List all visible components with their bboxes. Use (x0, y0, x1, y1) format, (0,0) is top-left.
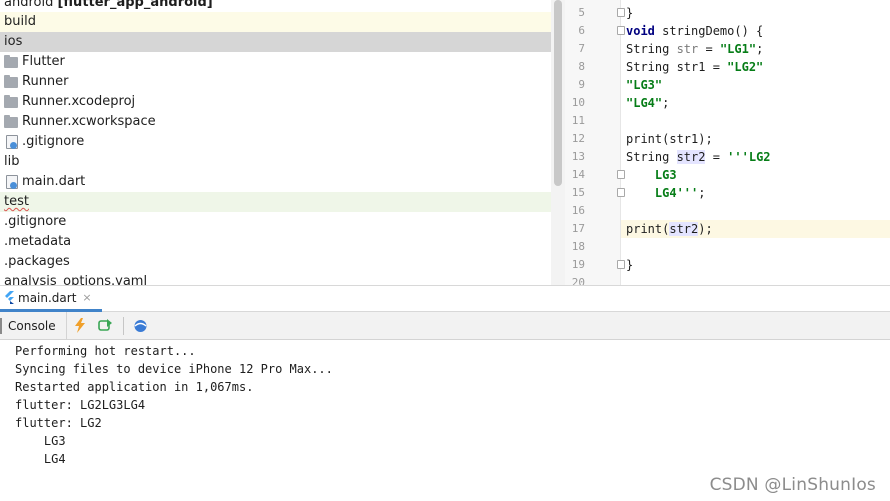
close-icon[interactable]: × (82, 291, 91, 304)
flutter-icon (5, 291, 14, 304)
code-line: LG4'''; (626, 186, 706, 200)
tree-row-runner-xcworkspace[interactable]: Runner.xcworkspace (0, 112, 551, 132)
line-number: 17 (571, 222, 585, 235)
lightning-icon (74, 318, 85, 333)
tree-row-build[interactable]: build (0, 12, 551, 32)
line-number: 12 (571, 132, 585, 145)
watermark: CSDN @LinShunIos (709, 475, 876, 495)
tree-label: .packages (4, 254, 70, 269)
folder-icon (4, 114, 18, 128)
tree-label: .gitignore (4, 214, 67, 229)
line-number: 19 (571, 258, 585, 271)
tree-label: main.dart (22, 174, 86, 189)
tree-label: Flutter (22, 54, 65, 69)
line-number: 7 (578, 42, 585, 55)
line-number: 11 (571, 114, 585, 127)
code-line: LG3 (626, 168, 677, 182)
folder-icon (4, 94, 18, 108)
tree-label: build (4, 14, 36, 29)
tree-row-runner-xcodeproj[interactable]: Runner.xcodeproj (0, 92, 551, 112)
tab-label: main.dart (18, 290, 77, 305)
tab-console[interactable]: Console (0, 311, 67, 340)
restart-icon (97, 318, 112, 331)
editor-tab-strip: main.dart × (0, 285, 890, 312)
tree-label: Runner (22, 74, 69, 89)
line-number: 13 (571, 150, 585, 163)
tree-row-analysis-options[interactable]: analysis_options.yaml (0, 272, 551, 285)
tree-label: .metadata (4, 234, 72, 249)
console-line: Performing hot restart... (15, 344, 196, 358)
tree-row-ios-gitignore[interactable]: .gitignore (0, 132, 551, 152)
tree-label: ios (4, 34, 23, 49)
tree-row-flutter[interactable]: Flutter (0, 52, 551, 72)
line-number: 6 (578, 24, 585, 37)
code-line: String str2 = '''LG2 (626, 150, 771, 164)
tree-label: Runner.xcodeproj (22, 94, 136, 109)
console-line: flutter: LG2LG3LG4 (15, 398, 146, 412)
run-toolbar: Console (0, 311, 890, 340)
line-number: 16 (571, 204, 585, 217)
tree-row-metadata[interactable]: .metadata (0, 232, 551, 252)
tree-row-runner[interactable]: Runner (0, 72, 551, 92)
toolbar-separator (122, 316, 124, 335)
tree-module-suffix: [flutter_app_android] (57, 0, 213, 10)
code-line: } (626, 6, 634, 20)
line-number: 9 (578, 78, 585, 91)
tree-label: Runner.xcworkspace (22, 114, 156, 129)
line-number: 14 (571, 168, 585, 181)
code-editor[interactable]: 5 } 6 void stringDemo() { 7 String str =… (565, 0, 890, 285)
tree-row-lib[interactable]: lib (0, 152, 551, 172)
tree-label: lib (4, 154, 20, 169)
folder-icon (4, 54, 18, 68)
code-line: print(str1); (626, 132, 713, 146)
console-line: Restarted application in 1,067ms. (15, 380, 254, 394)
hot-restart-button[interactable] (93, 312, 119, 340)
tree-row-test[interactable]: test (0, 192, 551, 212)
project-tree: android [flutter_app_android] build ios … (0, 0, 551, 285)
folder-icon (4, 74, 18, 88)
tree-label: .gitignore (22, 134, 85, 149)
devtools-icon (134, 319, 147, 332)
console-line: Syncing files to device iPhone 12 Pro Ma… (15, 362, 333, 376)
hot-reload-button[interactable] (67, 312, 93, 340)
code-line: "LG4"; (626, 96, 670, 110)
tree-scrollbar-thumb[interactable] (554, 0, 562, 186)
line-number: 5 (578, 6, 585, 19)
tree-row-packages[interactable]: .packages (0, 252, 551, 272)
tree-scrollbar[interactable] (551, 0, 565, 285)
line-number: 10 (571, 96, 585, 109)
console-line: flutter: LG2 (15, 416, 102, 430)
code-line: String str = "LG1"; (626, 42, 764, 56)
tree-row-gitignore[interactable]: .gitignore (0, 212, 551, 232)
code-line: "LG3" (626, 78, 663, 92)
console-line: LG3 (15, 434, 66, 448)
tree-label: test (4, 194, 29, 209)
console-tab-label: Console (8, 318, 56, 333)
tree-label: analysis_options.yaml (4, 274, 148, 285)
line-number: 8 (578, 60, 585, 73)
devtools-button[interactable] (128, 312, 154, 340)
line-number: 20 (571, 276, 585, 285)
line-number: 15 (571, 186, 585, 199)
code-line: void stringDemo() { (626, 24, 764, 38)
console-line: LG4 (15, 452, 66, 466)
tab-main-dart[interactable]: main.dart × (0, 286, 102, 312)
tree-row-ios[interactable]: ios (0, 32, 551, 52)
tree-row-main-dart[interactable]: main.dart (0, 172, 551, 192)
tree-label: android (4, 0, 54, 10)
dart-file-icon (6, 175, 18, 189)
code-line-current: print(str2); (621, 220, 890, 238)
code-line: String str1 = "LG2" (626, 60, 764, 74)
line-number: 18 (571, 240, 585, 253)
file-icon (6, 135, 18, 149)
code-line: } (626, 258, 634, 272)
